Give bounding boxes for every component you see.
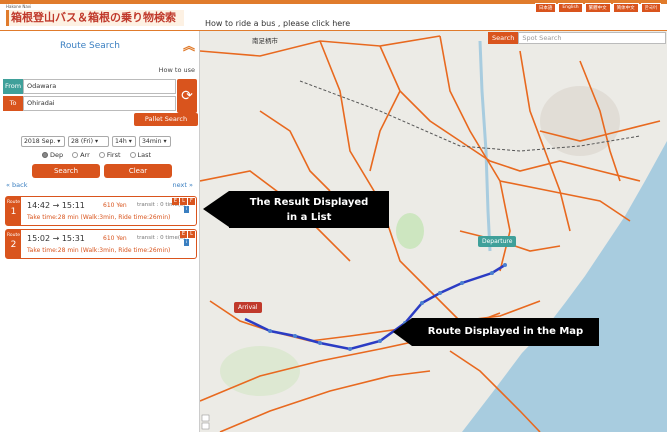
- route-detail: Take time:28 min (Walk:3min, Ride time:2…: [27, 247, 171, 254]
- park-area: [396, 213, 424, 249]
- zoom-out-button[interactable]: [201, 422, 210, 430]
- spot-search-input[interactable]: Spot Search: [518, 32, 667, 44]
- route-tag-label: Route: [6, 233, 21, 238]
- year-month-value: 2018 Sep.: [24, 138, 56, 145]
- callout-result-list: The Result Displayed in a List: [229, 191, 389, 228]
- next-link[interactable]: next »: [173, 181, 193, 189]
- year-month-select[interactable]: 2018 Sep. ▾: [21, 136, 65, 147]
- flag-f[interactable]: F: [188, 198, 195, 205]
- radio-dot: [42, 152, 48, 158]
- radio-dep[interactable]: Dep: [42, 151, 63, 159]
- spot-search-button[interactable]: Search: [488, 32, 519, 44]
- callout-line-2: in a List: [286, 212, 332, 223]
- clear-button[interactable]: Clear: [104, 164, 172, 178]
- info-icon[interactable]: ⅰ: [184, 206, 189, 213]
- route-times: 14:42 → 15:11: [27, 201, 85, 210]
- route-fare: 610 Yen: [103, 235, 127, 242]
- route-search-panel: Route Search ︽ How to use From Odawara T…: [0, 31, 200, 432]
- callout-line-1: The Result Displayed: [249, 197, 369, 208]
- lang-button-zh-cn[interactable]: 简体中文: [612, 3, 639, 13]
- map-city-label: 南足柄市: [252, 37, 278, 45]
- route-detail: Take time:28 min (Walk:3min, Ride time:2…: [27, 214, 171, 221]
- from-label: From: [3, 79, 23, 94]
- callout-arrow-map: [393, 318, 412, 346]
- route-tag-number: 2: [10, 240, 17, 250]
- minute-value: 34min: [142, 138, 162, 145]
- info-icon[interactable]: ⅰ: [184, 239, 189, 246]
- route-transit: transit : 0 time(s): [137, 235, 186, 241]
- route-fare: 610 Yen: [103, 202, 127, 209]
- radio-label: Last: [137, 151, 152, 159]
- river: [478, 40, 492, 252]
- day-select[interactable]: 28 (Fri) ▾: [68, 136, 109, 147]
- lang-button-ko[interactable]: 한국어: [640, 3, 661, 13]
- chevron-up-icon[interactable]: ︽: [182, 39, 196, 53]
- route-map[interactable]: 南足柄市 Search Spot Search Departure Arriva…: [200, 31, 667, 432]
- flag-l[interactable]: L: [180, 198, 187, 205]
- day-value: 28 (Fri): [71, 138, 94, 145]
- route-result-1[interactable]: Route 1 14:42 → 15:11 610 Yen transit : …: [5, 196, 197, 226]
- panel-title: Route Search: [60, 41, 120, 51]
- radio-arr[interactable]: Arr: [72, 151, 90, 159]
- sea-area: [462, 141, 667, 432]
- app-header: Hakone Navi 箱根登山バス＆箱根の乗り物検索 How to ride …: [0, 0, 667, 31]
- lang-button-en[interactable]: English: [558, 3, 583, 13]
- brand-small: Hakone Navi: [6, 4, 32, 9]
- lang-button-zh-tw[interactable]: 繁體中文: [584, 3, 611, 13]
- radio-last[interactable]: Last: [129, 151, 152, 159]
- search-mode-radios: Dep Arr First Last: [42, 151, 151, 159]
- flag-l[interactable]: L: [188, 231, 195, 238]
- minute-select[interactable]: 34min ▾: [139, 136, 171, 147]
- callout-route-map: Route Displayed in the Map: [412, 318, 599, 346]
- radio-dot: [98, 152, 105, 158]
- departure-marker[interactable]: Departure: [478, 236, 517, 247]
- datetime-selectors: 2018 Sep. ▾ 28 (Fri) ▾ 14h ▾ 34min ▾: [21, 136, 171, 147]
- zoom-in-button[interactable]: [201, 414, 210, 422]
- from-row: From Odawara: [3, 79, 176, 94]
- route-tag: Route 1: [6, 197, 21, 225]
- callout-arrow-list: [203, 191, 229, 227]
- how-to-use-link[interactable]: How to use: [159, 66, 195, 74]
- to-row: To Ohiradai: [3, 96, 176, 111]
- route-tag-number: 1: [10, 207, 17, 217]
- radio-dot: [129, 152, 136, 158]
- radio-label: First: [106, 151, 121, 159]
- route-times: 15:02 → 15:31: [27, 234, 85, 243]
- site-title[interactable]: 箱根登山バス＆箱根の乗り物検索: [6, 10, 184, 26]
- radio-label: Dep: [50, 151, 64, 159]
- from-field[interactable]: Odawara: [23, 79, 176, 94]
- route-tag-label: Route: [6, 200, 21, 205]
- flag-e[interactable]: E: [180, 231, 187, 238]
- hour-value: 14h: [115, 138, 127, 145]
- to-field[interactable]: Ohiradai: [23, 96, 176, 111]
- radio-dot: [72, 152, 79, 158]
- map-canvas[interactable]: [200, 31, 667, 432]
- radio-first[interactable]: First: [98, 151, 121, 159]
- flag-e[interactable]: E: [172, 198, 179, 205]
- lang-button-ja[interactable]: 日本語: [534, 3, 557, 13]
- how-to-ride-link[interactable]: How to ride a bus , please click here: [205, 19, 350, 28]
- spot-search: Search Spot Search: [488, 32, 667, 44]
- arrival-marker[interactable]: Arrival: [234, 302, 262, 313]
- to-label: To: [3, 96, 23, 111]
- hour-select[interactable]: 14h ▾: [112, 136, 136, 147]
- swap-icon[interactable]: ⟳: [177, 79, 197, 113]
- radio-label: Arr: [80, 151, 90, 159]
- pallet-search-button[interactable]: Pallet Search: [134, 113, 198, 126]
- route-result-2[interactable]: Route 2 15:02 → 15:31 610 Yen transit : …: [5, 229, 197, 259]
- route-tag: Route 2: [6, 230, 21, 258]
- back-link[interactable]: « back: [6, 181, 28, 189]
- search-button[interactable]: Search: [32, 164, 100, 178]
- language-switcher: 日本語 English 繁體中文 简体中文 한국어: [534, 3, 661, 13]
